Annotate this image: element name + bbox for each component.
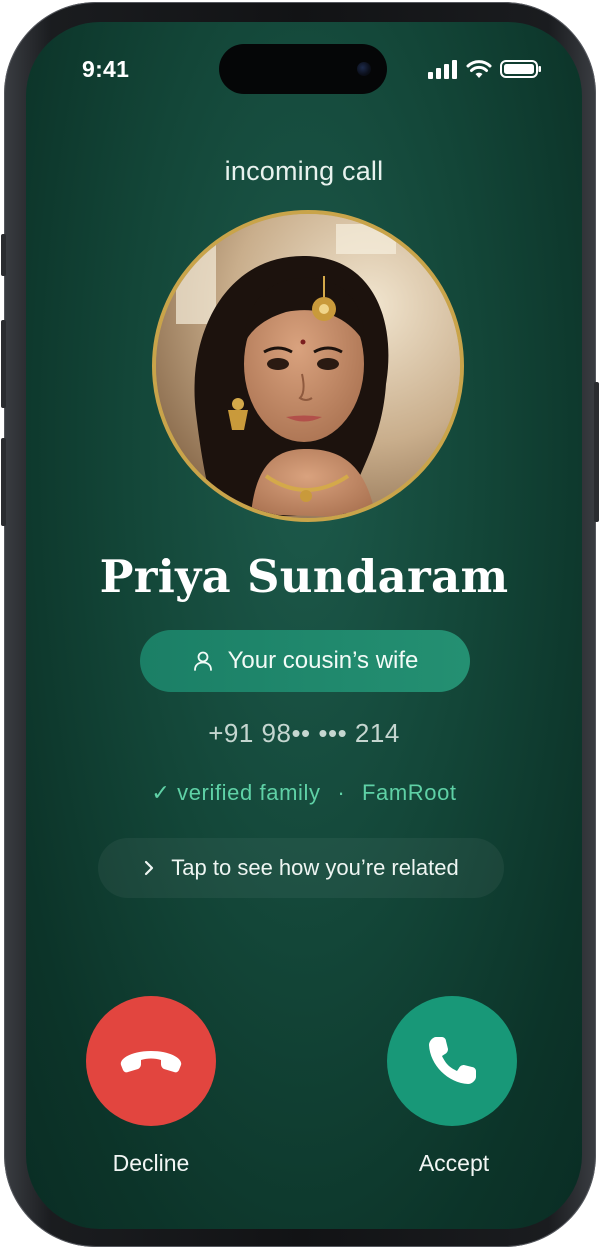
accept-button[interactable]	[387, 996, 517, 1126]
see-relation-button[interactable]: Tap to see how you’re related	[98, 838, 504, 898]
verification-status: ✓ verified family · FamRoot	[26, 780, 582, 806]
battery-icon	[500, 60, 541, 78]
volume-down-button	[1, 438, 6, 526]
caller-phone-number: +91 98•• ••• 214	[208, 718, 400, 748]
hang-up-icon	[120, 1051, 182, 1073]
call-screen: 9:41 incoming call Priya Sundaram Your c…	[26, 22, 582, 1229]
phone-icon	[429, 1037, 476, 1084]
status-bar: 9:41	[26, 22, 582, 112]
accept-label: Accept	[418, 1150, 490, 1176]
caller-avatar	[152, 210, 464, 522]
status-icons	[428, 59, 542, 79]
caller-portrait	[156, 214, 460, 518]
action-button	[1, 234, 6, 276]
cellular-signal-icon	[428, 60, 457, 79]
power-button	[594, 382, 599, 522]
decline-label: Decline	[112, 1150, 190, 1176]
verified-separator: ·	[337, 780, 346, 805]
relation-label: Your cousin’s wife	[227, 647, 419, 674]
chevron-right-icon	[145, 860, 154, 876]
decline-button[interactable]	[86, 996, 216, 1126]
status-time: 9:41	[82, 56, 130, 82]
person-icon	[193, 651, 212, 671]
phone-frame: 9:41 incoming call Priya Sundaram Your c…	[1, 2, 599, 1247]
front-camera	[357, 62, 371, 76]
dynamic-island	[219, 44, 387, 94]
see-relation-label: Tap to see how you’re related	[171, 855, 459, 880]
call-status-label: incoming call	[224, 156, 384, 186]
wifi-icon	[466, 60, 492, 78]
checkmark-icon: ✓	[151, 780, 171, 805]
caller-name: Priya Sundaram	[99, 550, 509, 603]
relation-badge: Your cousin’s wife	[140, 630, 470, 692]
volume-up-button	[1, 320, 6, 408]
verified-label: verified family	[177, 780, 321, 805]
verified-source: FamRoot	[361, 780, 457, 805]
